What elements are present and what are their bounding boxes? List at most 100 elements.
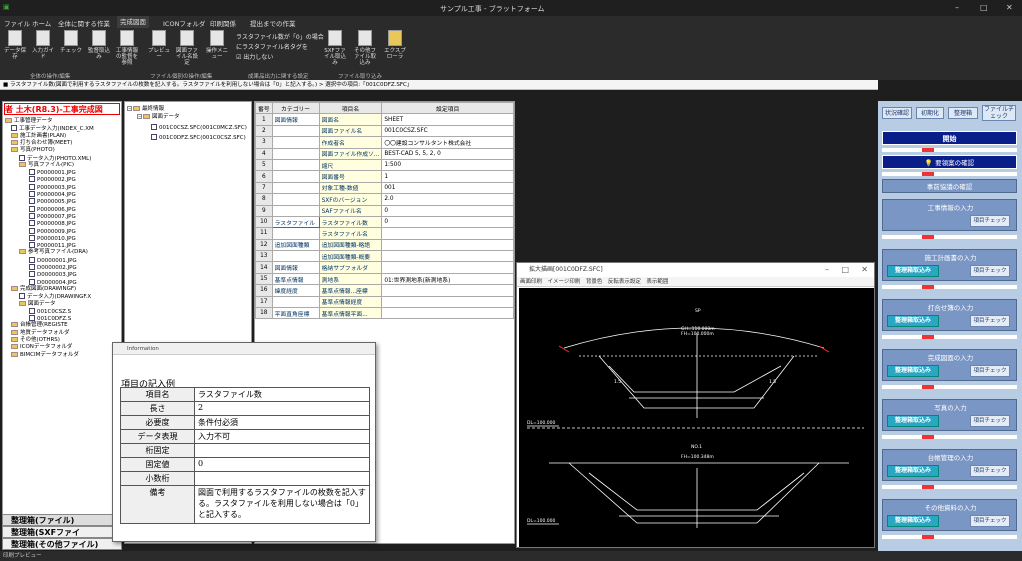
table-row[interactable]: 10 ラスタファイル ラスタファイル数 0 — [255, 215, 514, 229]
row-value[interactable]: 001 — [381, 181, 514, 195]
item-check-button[interactable]: 項目チェック — [970, 215, 1010, 227]
menu-home[interactable]: ホーム — [32, 18, 51, 28]
row-value[interactable] — [381, 307, 514, 320]
section-title[interactable]: 打合せ簿の入力 — [883, 302, 1018, 314]
section-title[interactable]: 完成図面の入力 — [883, 352, 1018, 364]
table-row[interactable]: 4 図面ファイル作成ソ... BEST-CAD 5, 5, 2, 0 — [255, 147, 514, 160]
check-button[interactable]: チェック — [58, 30, 84, 70]
table-row[interactable]: 8 SXFのバージョン 2.0 — [255, 193, 514, 206]
row-value[interactable]: BEST-CAD 5, 5, 2, 0 — [381, 147, 514, 160]
preview-close-button[interactable]: ✕ — [861, 265, 868, 274]
row-value[interactable] — [381, 238, 514, 252]
table-row[interactable]: 13 追加図面種類-概要 — [255, 250, 514, 263]
start-button[interactable]: 開始 — [882, 131, 1017, 145]
cad-canvas[interactable]: SP GH=110.000m FH=100.000m NO.1 FH=100.3… — [519, 288, 874, 547]
menu-overall[interactable]: 全体に関する作業 — [58, 18, 110, 28]
table-row[interactable]: 9 SAFファイル名 0 — [255, 204, 514, 217]
preview-maximize-button[interactable]: □ — [841, 265, 849, 274]
initialize-button[interactable]: 初期化 — [916, 107, 944, 119]
explorer-button[interactable]: エクスプローラ — [382, 30, 408, 70]
table-row[interactable]: 17 基準点情報経度 — [255, 295, 514, 309]
item-check-button[interactable]: 項目チェック — [970, 515, 1010, 527]
status-check-button[interactable]: 状況確認 — [882, 107, 912, 119]
table-row[interactable]: 16 緯度経度 基準点情報...座標 — [255, 284, 514, 297]
drawing-filename-button[interactable]: 図面ファイル名設定 — [174, 30, 200, 70]
tree-node[interactable]: 台帳管理(REGISTE — [11, 322, 68, 329]
row-value[interactable] — [381, 284, 514, 297]
menu-submission[interactable]: 提出までの作業 — [250, 18, 296, 28]
preview-window[interactable]: 拡大描画[001C0DFZ.SFC] – □ ✕ 画面印刷 イメージ印刷 背景色… — [516, 262, 875, 548]
section-title[interactable]: その他資料の入力 — [883, 502, 1018, 514]
construction-info-button[interactable]: 工事情報の監督を参照 — [114, 30, 140, 70]
organizer-import-button[interactable]: 整理箱取込み — [887, 465, 939, 477]
tree-node[interactable]: その他(OTHRS) — [11, 337, 60, 344]
close-button[interactable]: ✕ — [1006, 3, 1013, 12]
section-title[interactable]: 台帳管理の入力 — [883, 452, 1018, 464]
tree-node[interactable]: BIMCIMデータフォルダ — [11, 351, 79, 359]
row-value[interactable]: SHEET — [381, 113, 514, 126]
supervisor-import-button[interactable]: 監督取込み — [86, 30, 112, 70]
pre-consultation-button[interactable]: 事前協議の確認 — [882, 179, 1017, 193]
organizer-import-button[interactable]: 整理箱取込み — [887, 515, 939, 527]
item-check-button[interactable]: 項目チェック — [970, 465, 1010, 477]
menu-completion-drawing[interactable]: 完成図面 — [117, 16, 149, 28]
table-row[interactable]: 3 作成者名 〇〇建設コンサルタント株式会社 — [255, 136, 514, 149]
guideline-check-button[interactable]: 💡 要領案の確認 — [882, 155, 1017, 169]
tree-node-file-2[interactable]: 001C0DFZ.SFC(001C0CSZ.SFC) — [151, 134, 246, 142]
organizer-import-button[interactable]: 整理箱取込み — [887, 415, 939, 427]
tree-node[interactable]: 図面データ — [19, 300, 56, 308]
row-value[interactable]: 0 — [381, 204, 514, 217]
row-value[interactable]: 0 — [381, 215, 514, 229]
tree-node[interactable]: ICONデータフォルダ — [11, 344, 72, 351]
organizer-import-button[interactable]: 整理箱取込み — [887, 365, 939, 377]
item-check-button[interactable]: 項目チェック — [970, 315, 1010, 327]
row-value[interactable]: 001C0CSZ.SFC — [381, 124, 514, 138]
table-row[interactable]: 11 ラスタファイル名 — [255, 227, 514, 240]
section-title[interactable]: 写真の入力 — [883, 402, 1018, 414]
item-check-button[interactable]: 項目チェック — [970, 415, 1010, 427]
project-tree[interactable]: 者 土木(R8.3)-工事完成図 工事管理データ 工事データ入力(INDEX_C.… — [2, 101, 122, 544]
operation-menu-button[interactable]: 操作メニュー — [204, 30, 230, 70]
table-row[interactable]: 1 図面情報 図面名 SHEET — [255, 113, 514, 126]
tab-organizer-other[interactable]: 整理箱(その他ファイル) — [2, 538, 122, 550]
table-row[interactable]: 14 図面情報 格納サブフォルダ — [255, 261, 514, 274]
minimize-button[interactable]: – — [955, 3, 959, 12]
table-row[interactable]: 7 対象工種-数値 001 — [255, 181, 514, 195]
tab-organizer-sxf[interactable]: 整理箱(SXFファイ — [2, 526, 122, 538]
organizer-import-button[interactable]: 整理箱取込み — [887, 315, 939, 327]
item-check-button[interactable]: 項目チェック — [970, 365, 1010, 377]
tree-node[interactable]: 写真(PHOTO) — [11, 147, 55, 154]
row-value[interactable]: 1 — [381, 170, 514, 183]
table-row[interactable]: 12 追加図面種類 追加図面種類-略語 — [255, 238, 514, 252]
input-guide-button[interactable]: 入力ガイド — [30, 30, 56, 70]
row-value[interactable] — [381, 227, 514, 240]
maximize-button[interactable]: □ — [980, 3, 988, 12]
save-data-button[interactable]: データ保存 — [2, 30, 28, 70]
tree-node[interactable]: 参考写真ファイル(DRA) — [19, 249, 88, 256]
item-check-button[interactable]: 項目チェック — [970, 265, 1010, 277]
row-value[interactable]: 1:500 — [381, 158, 514, 172]
row-value[interactable] — [381, 261, 514, 274]
table-row[interactable]: 6 図面番号 1 — [255, 170, 514, 183]
row-value[interactable]: 01:世界測地系(新測地系) — [381, 272, 514, 286]
preview-button[interactable]: プレビュー — [146, 30, 172, 70]
menu-print[interactable]: 印刷関係 — [210, 18, 236, 28]
organizer-import-button[interactable]: 整理箱取込み — [887, 265, 939, 277]
no-output-checkbox[interactable]: ☑ 出力しない — [236, 52, 273, 61]
tree-node[interactable]: 施工計画書(PLAN) — [11, 132, 66, 140]
table-row[interactable]: 15 基準点情報 測地系 01:世界測地系(新測地系) — [255, 272, 514, 286]
organizer-button[interactable]: 整理箱 — [948, 107, 978, 119]
menu-icon-folder[interactable]: ICONフォルダ — [163, 18, 205, 28]
tree-node[interactable]: 完成図面(DRAWINGF) — [11, 285, 76, 293]
tree-node-file-1[interactable]: 001C0CSZ.SFC(001C0MCZ.SFC) — [151, 124, 247, 132]
table-row[interactable]: 5 縮尺 1:500 — [255, 158, 514, 172]
row-value[interactable] — [381, 250, 514, 263]
tree-node[interactable]: 写真ファイル(PIC) — [19, 161, 74, 169]
tree-node[interactable]: 地質データフォルダ — [11, 329, 70, 337]
preview-minimize-button[interactable]: – — [825, 265, 829, 274]
table-row[interactable]: 18 平面直角座標 基準点情報平面... — [255, 307, 514, 320]
row-value[interactable]: 〇〇建設コンサルタント株式会社 — [381, 136, 514, 149]
other-file-import-button[interactable]: その他ファイル取込み — [352, 30, 378, 70]
tree-node-drawing-data[interactable]: − 図面データ — [137, 114, 180, 121]
tree-node[interactable]: 工事管理データ — [5, 118, 53, 125]
